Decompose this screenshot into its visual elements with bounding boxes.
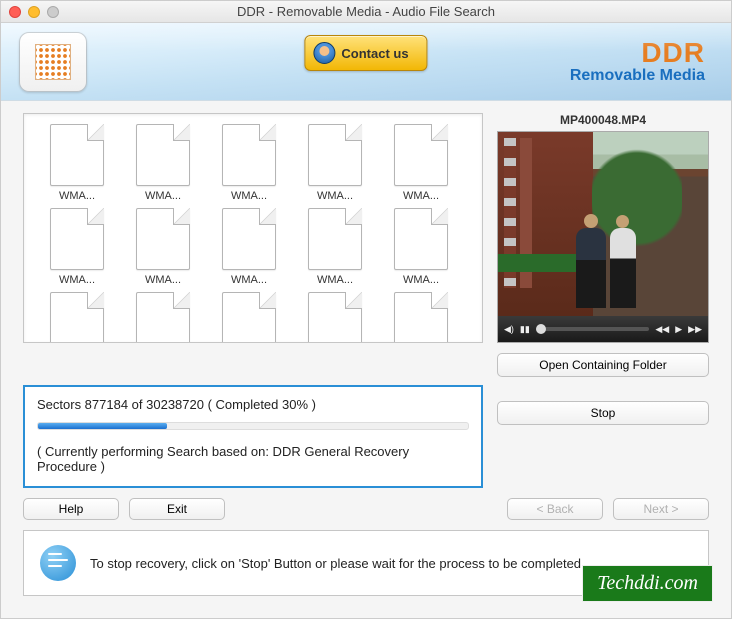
brand-block: DDR Removable Media <box>570 39 713 85</box>
file-item[interactable] <box>122 288 204 343</box>
file-label: WMA... <box>380 274 462 286</box>
logo-icon <box>35 44 71 80</box>
document-icon <box>222 124 276 186</box>
chat-bubble-icon <box>40 545 76 581</box>
file-list-pane[interactable]: WMA... WMA... WMA... WMA... WMA... WMA..… <box>23 113 483 343</box>
document-icon <box>308 208 362 270</box>
open-containing-folder-button[interactable]: Open Containing Folder <box>497 353 709 377</box>
seek-slider[interactable] <box>536 327 650 331</box>
preview-scenery <box>576 228 606 308</box>
document-icon <box>136 292 190 343</box>
content-area: WMA... WMA... WMA... WMA... WMA... WMA..… <box>1 101 731 596</box>
file-item[interactable]: WMA... <box>208 120 290 202</box>
file-item[interactable]: WMA... <box>122 204 204 286</box>
nav-button-row: Help Exit < Back Next > <box>23 498 709 520</box>
document-icon <box>136 124 190 186</box>
document-icon <box>222 292 276 343</box>
top-row: WMA... WMA... WMA... WMA... WMA... WMA..… <box>23 113 709 377</box>
video-preview[interactable]: ◀) ▮▮ ◀◀ ▶ ▶▶ <box>497 131 709 343</box>
progress-bar <box>37 422 469 430</box>
prev-icon[interactable]: ◀◀ <box>655 324 669 335</box>
progress-status-text: ( Currently performing Search based on: … <box>37 444 469 474</box>
file-item[interactable]: WMA... <box>122 120 204 202</box>
preview-filename: MP400048.MP4 <box>497 113 709 127</box>
play-icon[interactable]: ▶ <box>675 324 682 335</box>
file-item[interactable] <box>380 288 462 343</box>
header-banner: Contact us DDR Removable Media <box>1 23 731 101</box>
titlebar: DDR - Removable Media - Audio File Searc… <box>1 1 731 23</box>
document-icon <box>308 292 362 343</box>
minimize-icon[interactable] <box>28 6 40 18</box>
file-item[interactable]: WMA... <box>36 120 118 202</box>
back-button: < Back <box>507 498 603 520</box>
exit-button[interactable]: Exit <box>129 498 225 520</box>
file-label: WMA... <box>122 190 204 202</box>
file-label: WMA... <box>208 274 290 286</box>
preview-column: MP400048.MP4 ◀) ▮▮ ◀◀ ▶ <box>497 113 709 377</box>
maximize-icon <box>47 6 59 18</box>
window-title: DDR - Removable Media - Audio File Searc… <box>1 4 731 19</box>
preview-scenery <box>610 228 636 308</box>
document-icon <box>394 124 448 186</box>
next-button: Next > <box>613 498 709 520</box>
document-icon <box>394 292 448 343</box>
pause-icon[interactable]: ▮▮ <box>520 324 530 335</box>
file-label: WMA... <box>294 190 376 202</box>
help-button[interactable]: Help <box>23 498 119 520</box>
file-label: WMA... <box>208 190 290 202</box>
window-controls <box>9 6 59 18</box>
file-label: WMA... <box>294 274 376 286</box>
progress-fill <box>38 423 167 429</box>
file-item[interactable]: WMA... <box>294 120 376 202</box>
progress-row: Sectors 877184 of 30238720 ( Completed 3… <box>23 385 709 488</box>
file-item[interactable] <box>208 288 290 343</box>
progress-panel: Sectors 877184 of 30238720 ( Completed 3… <box>23 385 483 488</box>
file-label: WMA... <box>36 274 118 286</box>
person-icon <box>313 42 335 64</box>
contact-us-button[interactable]: Contact us <box>304 35 427 71</box>
close-icon[interactable] <box>9 6 21 18</box>
file-label: WMA... <box>122 274 204 286</box>
app-window: DDR - Removable Media - Audio File Searc… <box>0 0 732 619</box>
next-icon[interactable]: ▶▶ <box>688 324 702 335</box>
file-item[interactable] <box>36 288 118 343</box>
media-player-bar: ◀) ▮▮ ◀◀ ▶ ▶▶ <box>498 316 708 342</box>
file-item[interactable]: WMA... <box>380 204 462 286</box>
document-icon <box>50 292 104 343</box>
sectors-text: Sectors 877184 of 30238720 ( Completed 3… <box>37 397 469 412</box>
document-icon <box>136 208 190 270</box>
seek-thumb[interactable] <box>536 324 546 334</box>
info-text: To stop recovery, click on 'Stop' Button… <box>90 556 585 571</box>
document-icon <box>308 124 362 186</box>
brand-subtitle: Removable Media <box>570 67 705 85</box>
stop-button[interactable]: Stop <box>497 401 709 425</box>
watermark: Techddi.com <box>582 565 713 602</box>
file-item[interactable] <box>294 288 376 343</box>
file-label: WMA... <box>36 190 118 202</box>
document-icon <box>50 124 104 186</box>
file-item[interactable]: WMA... <box>208 204 290 286</box>
app-logo[interactable] <box>19 32 87 92</box>
file-grid: WMA... WMA... WMA... WMA... WMA... WMA..… <box>36 120 480 343</box>
document-icon <box>50 208 104 270</box>
file-item[interactable]: WMA... <box>36 204 118 286</box>
file-item[interactable]: WMA... <box>380 120 462 202</box>
volume-icon[interactable]: ◀) <box>504 324 514 335</box>
file-label: WMA... <box>380 190 462 202</box>
preview-image <box>498 132 708 318</box>
document-icon <box>394 208 448 270</box>
contact-label: Contact us <box>341 46 408 61</box>
brand-title: DDR <box>570 39 705 67</box>
document-icon <box>222 208 276 270</box>
file-item[interactable]: WMA... <box>294 204 376 286</box>
